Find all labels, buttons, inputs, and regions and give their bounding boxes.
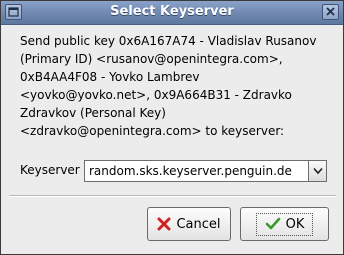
message-line: 0xB4AA4F08 - Yovko Lambrev [20,70,200,84]
separator [9,195,336,197]
keyserver-input[interactable]: random.sks.keyserver.penguin.de [84,160,309,182]
cancel-button-label: Cancel [176,216,221,232]
ok-button[interactable]: OK [240,207,329,241]
close-icon[interactable] [322,4,339,20]
keyserver-label: Keyserver [20,163,80,177]
ok-button-label: OK [285,216,305,232]
cancel-x-icon [157,217,171,231]
title-bar[interactable]: Select Keyserver [1,1,343,25]
message-text: Send public key 0x6A167A74 - Vladislav R… [20,32,325,140]
window-title: Select Keyserver [110,4,234,19]
message-line: <yovko@yovko.net>, 0x9A664B31 - Zdravko [20,88,292,102]
dialog-window: Select Keyserver Send public key 0x6A167… [0,0,344,255]
keyserver-combo[interactable]: random.sks.keyserver.penguin.de [84,160,327,182]
message-line: Send public key 0x6A167A74 - Vladislav R… [20,34,317,48]
checkmark-icon [265,217,281,231]
message-line: Zdravkov (Personal Key) [20,106,166,120]
cancel-button[interactable]: Cancel [147,207,231,241]
message-line: (Primary ID) <rusanov@openintegra.com>, [20,52,283,66]
keyserver-dropdown-button[interactable] [309,160,327,182]
chevron-down-icon [312,167,323,175]
message-line: <zdravko@openintegra.com> to keyserver: [20,124,285,138]
